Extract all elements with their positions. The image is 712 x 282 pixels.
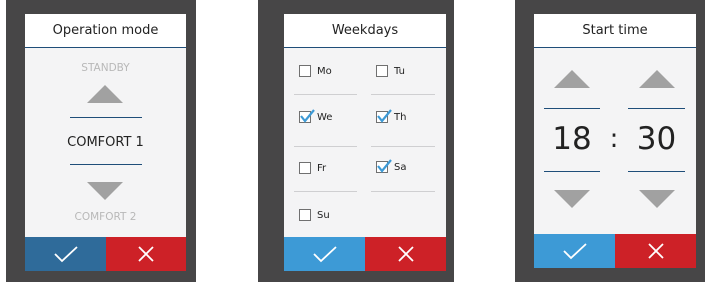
operation-mode-panel: Operation mode STANDBY COMFORT 1 COMFORT…: [6, 0, 196, 282]
start-time-title: Start time: [534, 14, 696, 48]
hours-down-arrow-icon[interactable]: [554, 190, 590, 208]
minutes-bottom-line: [628, 171, 685, 172]
row-divider: [294, 146, 357, 147]
start-time-panel: Start time 18 : 30: [515, 0, 705, 282]
day-checkbox-th[interactable]: Th: [376, 109, 407, 123]
hours-value[interactable]: 18: [544, 121, 600, 157]
checkmark-icon: [300, 109, 315, 123]
day-checkbox-sa[interactable]: Sa: [376, 159, 407, 173]
minutes-up-arrow-icon[interactable]: [639, 70, 675, 88]
arrow-down-icon[interactable]: [87, 182, 123, 200]
checkmark-icon: [562, 243, 587, 260]
operation-mode-screen: Operation mode STANDBY COMFORT 1 COMFORT…: [25, 14, 186, 271]
weekdays-panel: Weekdays Mo Tu We Th Fr Sa Su: [258, 0, 454, 282]
cancel-button[interactable]: [106, 237, 186, 271]
day-checkbox-su[interactable]: Su: [299, 209, 330, 221]
day-label: Th: [394, 111, 407, 123]
hours-top-line: [544, 108, 600, 109]
checkbox[interactable]: [376, 65, 388, 77]
confirm-button[interactable]: [284, 237, 365, 271]
checkbox[interactable]: [299, 109, 315, 123]
arrow-up-icon[interactable]: [87, 85, 123, 103]
start-time-screen: Start time 18 : 30: [534, 14, 696, 268]
hours-bottom-line: [544, 171, 600, 172]
day-label: Su: [317, 209, 330, 221]
hours-up-arrow-icon[interactable]: [554, 70, 590, 88]
day-checkbox-mo[interactable]: Mo: [299, 65, 332, 77]
checkmark-icon: [377, 159, 392, 173]
cancel-button[interactable]: [615, 234, 696, 268]
checkmark-icon: [53, 246, 78, 263]
day-label: Mo: [317, 65, 332, 77]
close-icon: [397, 246, 414, 262]
day-label: We: [317, 111, 333, 123]
checkmark-icon: [312, 246, 337, 263]
day-label: Fr: [317, 162, 327, 174]
checkbox[interactable]: [299, 65, 311, 77]
checkbox[interactable]: [376, 109, 392, 123]
checkmark-icon: [377, 109, 392, 123]
day-checkbox-we[interactable]: We: [299, 109, 333, 123]
day-checkbox-tu[interactable]: Tu: [376, 65, 405, 77]
checkbox[interactable]: [299, 162, 311, 174]
next-mode-label[interactable]: COMFORT 2: [25, 211, 186, 223]
row-divider: [371, 94, 435, 95]
minutes-value[interactable]: 30: [628, 121, 685, 157]
day-checkbox-fr[interactable]: Fr: [299, 162, 326, 174]
checkbox[interactable]: [299, 209, 311, 221]
weekdays-title: Weekdays: [284, 14, 446, 48]
row-divider: [371, 146, 435, 147]
row-divider: [371, 191, 435, 192]
minutes-down-arrow-icon[interactable]: [639, 190, 675, 208]
confirm-button[interactable]: [25, 237, 106, 271]
time-separator: :: [609, 124, 619, 154]
day-label: Sa: [394, 161, 407, 173]
row-divider: [294, 94, 357, 95]
confirm-button[interactable]: [534, 234, 615, 268]
previous-mode-label[interactable]: STANDBY: [25, 62, 186, 74]
checkbox[interactable]: [376, 159, 392, 173]
cancel-button[interactable]: [365, 237, 446, 271]
operation-mode-title: Operation mode: [25, 14, 186, 48]
weekdays-screen: Weekdays Mo Tu We Th Fr Sa Su: [284, 14, 446, 271]
selected-mode-label: COMFORT 1: [67, 135, 144, 150]
row-divider: [294, 191, 357, 192]
minutes-top-line: [628, 108, 685, 109]
selection-bottom-line: [70, 164, 142, 165]
selection-top-line: [70, 117, 142, 118]
close-icon: [647, 243, 664, 259]
close-icon: [138, 246, 154, 262]
day-label: Tu: [394, 65, 405, 77]
